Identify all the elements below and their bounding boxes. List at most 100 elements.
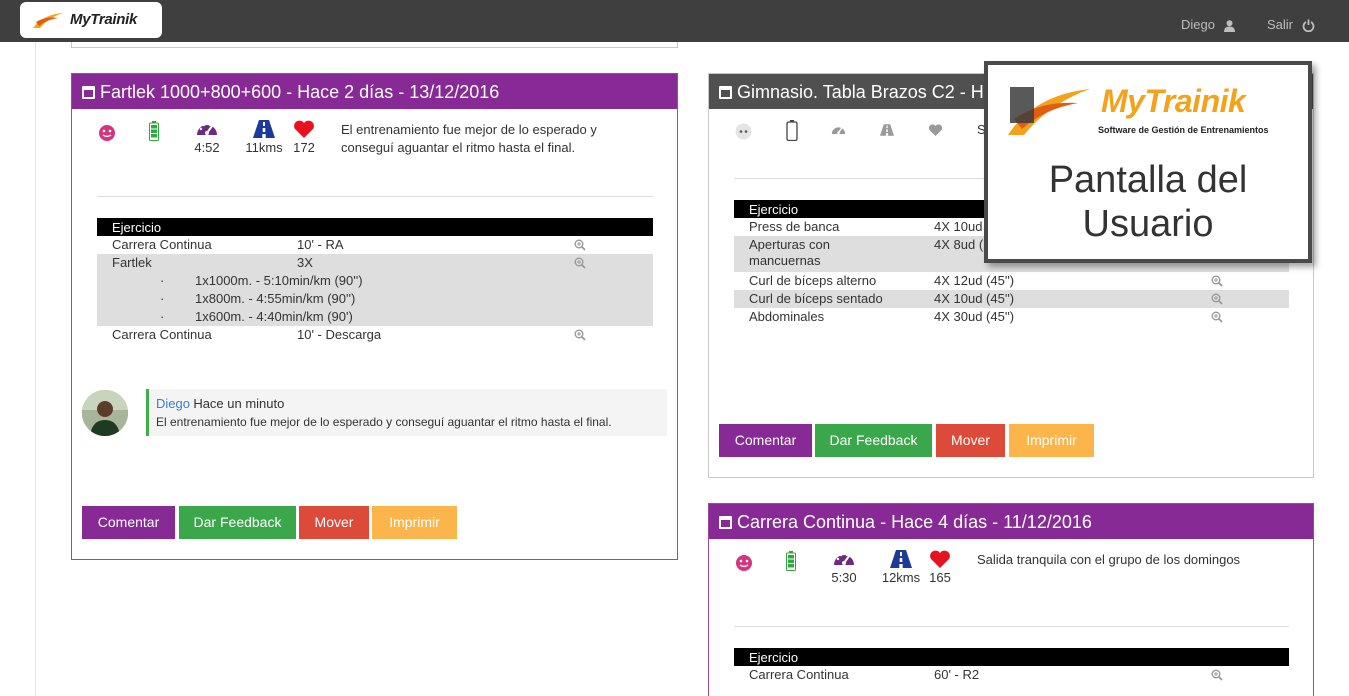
move-button[interactable]: Mover xyxy=(936,424,1005,457)
exercise-detail: 10' - Descarga xyxy=(297,327,382,342)
comment: Diego Hace un minuto El entrenamiento fu… xyxy=(146,389,667,436)
exercise-name: Carrera Continua xyxy=(112,327,212,342)
energy-stat xyxy=(149,121,159,143)
divider xyxy=(97,196,653,197)
promo-title-line2: Usuario xyxy=(1082,203,1214,245)
heart-rate-value: 172 xyxy=(293,140,315,155)
logout-label: Salir xyxy=(1267,17,1294,32)
zoom-in-icon[interactable] xyxy=(1211,311,1223,323)
table-row: Curl de bíceps alterno 4X 12ud (45'') xyxy=(734,272,1289,290)
pace-value: 4:52 xyxy=(194,140,220,155)
exercise-table: Ejercicio Carrera Continua 10' - RA Fart… xyxy=(97,218,653,344)
top-navbar: MyTrainik Diego Salir xyxy=(0,0,1349,42)
training-note: Salida tranquila con el grupo de los dom… xyxy=(977,552,1241,567)
series-item: · 1x600m. - 4:40min/km (90') xyxy=(160,309,353,324)
battery-full-icon xyxy=(149,121,159,141)
print-button[interactable]: Imprimir xyxy=(1009,424,1094,457)
feedback-button[interactable]: Dar Feedback xyxy=(815,424,932,457)
heart-rate-stat: 172 xyxy=(291,120,317,155)
zoom-in-icon[interactable] xyxy=(1211,293,1223,305)
distance-value: 12kms xyxy=(881,570,921,585)
left-gutter xyxy=(35,42,36,696)
exercise-name: Curl de bíceps alterno xyxy=(749,273,877,288)
user-menu[interactable]: Diego xyxy=(1181,17,1235,32)
distance-stat: 11kms xyxy=(243,120,285,155)
pace-stat: 5:30 xyxy=(830,550,858,585)
training-note: El entrenamiento fue mejor de lo esperad… xyxy=(341,122,597,155)
table-row: Curl de bíceps sentado 4X 10ud (45'') xyxy=(734,290,1289,308)
zoom-in-icon[interactable] xyxy=(1211,275,1223,287)
comment-text: El entrenamiento fue mejor de lo esperad… xyxy=(156,415,612,429)
mood-stat xyxy=(735,554,753,574)
comment-button[interactable]: Comentar xyxy=(719,424,812,457)
training-card-fartlek: Fartlek 1000+800+600 - Hace 2 días - 13/… xyxy=(71,73,678,560)
exercise-detail: 10' - RA xyxy=(297,237,344,252)
promo-overlay: MyTrainik Software de Gestión de Entrena… xyxy=(984,61,1312,263)
promo-brand: MyTrainik xyxy=(1101,83,1246,119)
exercise-name: Carrera Continua xyxy=(112,237,212,252)
road-icon xyxy=(253,120,275,138)
zoom-in-icon[interactable] xyxy=(1211,669,1223,681)
training-card-carrera: Carrera Continua - Hace 4 días - 11/12/2… xyxy=(708,503,1314,696)
move-button[interactable]: Mover xyxy=(299,506,369,539)
card-title: Gimnasio. Tabla Brazos C2 - H xyxy=(737,82,984,102)
brand-name: MyTrainik xyxy=(70,11,138,28)
user-name: Diego xyxy=(1181,17,1215,32)
pace-stat: 4:52 xyxy=(193,120,221,155)
table-header: Ejercicio xyxy=(97,218,653,236)
exercise-detail: 4X 10ud xyxy=(934,219,983,234)
exercise-name: Aperturas con mancuernas xyxy=(749,237,830,268)
heart-icon xyxy=(294,120,314,138)
card-header[interactable]: Carrera Continua - Hace 4 días - 11/12/2… xyxy=(709,504,1313,539)
divider xyxy=(734,178,989,179)
speedometer-icon xyxy=(197,123,217,135)
exercise-detail: 4X 10ud (45'') xyxy=(934,291,1015,306)
energy-stat xyxy=(786,551,796,573)
card-title: Carrera Continua - Hace 4 días - 11/12/2… xyxy=(737,512,1092,532)
zoom-in-icon[interactable] xyxy=(574,329,586,341)
exercise-detail: 4X 12ud (45'') xyxy=(934,273,1015,288)
exercise-name: Press de banca xyxy=(749,219,840,234)
exercise-name: Fartlek xyxy=(112,255,152,270)
exercise-name: Carrera Continua xyxy=(749,667,849,682)
comment-button[interactable]: Comentar xyxy=(82,506,175,539)
table-header: Ejercicio xyxy=(734,648,1289,666)
mood-stat xyxy=(98,124,116,144)
print-button[interactable]: Imprimir xyxy=(372,506,457,539)
avatar[interactable] xyxy=(82,390,128,436)
fartlek-series: · 1x1000m. - 5:10min/km (90'') · 1x800m. -… xyxy=(97,272,653,326)
speedometer-icon xyxy=(831,127,846,134)
exercise-detail: 3X xyxy=(297,255,313,270)
exercise-table: Ejercicio Carrera Continua 60' - R2 xyxy=(734,648,1289,684)
card-header[interactable]: Fartlek 1000+800+600 - Hace 2 días - 13/… xyxy=(72,74,677,109)
promo-tagline: Software de Gestión de Entrenamientos xyxy=(1098,125,1269,135)
feedback-button[interactable]: Dar Feedback xyxy=(179,506,296,539)
exercise-detail: 60' - R2 xyxy=(934,667,980,682)
table-row: Carrera Continua 10' - RA xyxy=(97,236,653,254)
zoom-in-icon[interactable] xyxy=(574,257,586,269)
pace-value: 5:30 xyxy=(831,570,857,585)
logout-link[interactable]: Salir xyxy=(1267,17,1315,33)
comment-author[interactable]: Diego xyxy=(156,396,190,411)
zoom-in-icon[interactable] xyxy=(574,239,586,251)
battery-full-icon xyxy=(786,551,796,571)
table-row: Carrera Continua 60' - R2 xyxy=(734,666,1289,684)
comment-time: Hace un minuto xyxy=(193,396,285,411)
exercise-detail: 4X 30ud (45'') xyxy=(934,309,1015,324)
power-icon xyxy=(1302,19,1315,33)
road-icon xyxy=(880,124,894,136)
mood-face-icon xyxy=(736,555,752,571)
brand-logo[interactable]: MyTrainik xyxy=(20,2,162,38)
table-row: Abdominales 4X 30ud (45'') xyxy=(734,308,1289,326)
mood-face-icon xyxy=(735,123,752,140)
series-item: · 1x800m. - 4:55min/km (90'') xyxy=(160,291,356,306)
road-icon xyxy=(890,550,912,568)
mood-face-icon xyxy=(99,125,115,141)
heart-icon xyxy=(928,124,943,136)
previous-card-edge xyxy=(71,42,678,48)
calendar-icon xyxy=(82,86,95,99)
calendar-icon xyxy=(719,516,732,529)
calendar-icon xyxy=(719,86,732,99)
card-title: Fartlek 1000+800+600 - Hace 2 días - 13/… xyxy=(100,82,500,102)
table-row: Carrera Continua 10' - Descarga xyxy=(97,326,653,344)
